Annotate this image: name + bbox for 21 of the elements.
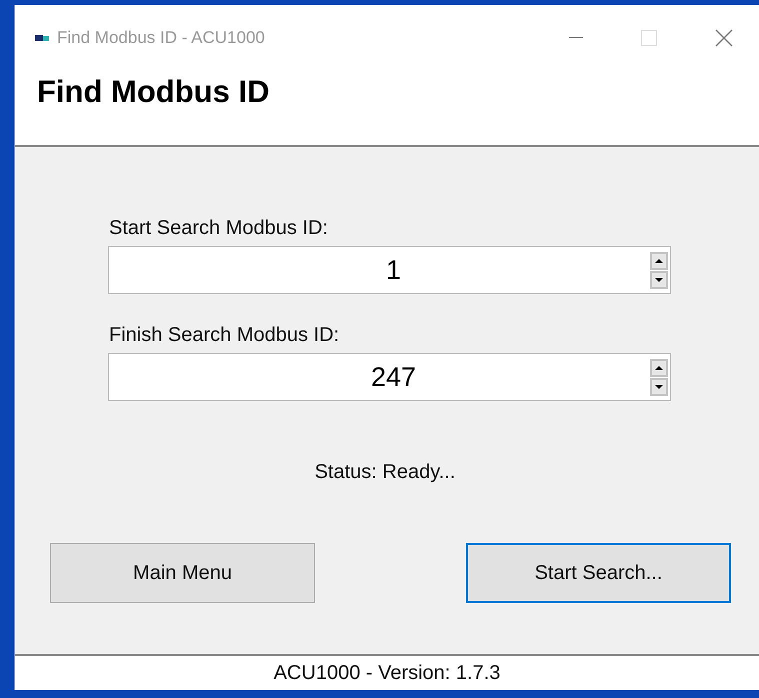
up-arrow-icon bbox=[655, 366, 663, 370]
down-arrow-icon bbox=[655, 278, 663, 282]
decrement-button[interactable] bbox=[650, 270, 668, 288]
field-label: Finish Search Modbus ID: bbox=[109, 324, 340, 347]
increment-button[interactable] bbox=[650, 252, 668, 270]
number-spinner[interactable]: 247 bbox=[108, 353, 671, 401]
increment-button[interactable] bbox=[650, 358, 668, 376]
app-logo-icon bbox=[35, 34, 49, 42]
up-arrow-icon bbox=[655, 258, 663, 262]
status-text: Status: Ready... bbox=[314, 461, 456, 484]
window-title: Find Modbus ID - ACU1000 bbox=[57, 28, 265, 48]
number-spinner[interactable]: 1 bbox=[108, 246, 671, 294]
page-heading: Find Modbus ID bbox=[37, 74, 270, 110]
decrement-button[interactable] bbox=[650, 378, 668, 396]
down-arrow-icon bbox=[655, 384, 663, 388]
close-icon[interactable] bbox=[715, 29, 733, 47]
start-search-button[interactable]: Start Search... bbox=[466, 543, 731, 603]
main-menu-button[interactable]: Main Menu bbox=[50, 543, 315, 603]
version-text: ACU1000 - Version: 1.7.3 bbox=[274, 662, 500, 684]
minimize-icon[interactable] bbox=[569, 37, 583, 39]
field-label: Start Search Modbus ID: bbox=[109, 217, 329, 240]
